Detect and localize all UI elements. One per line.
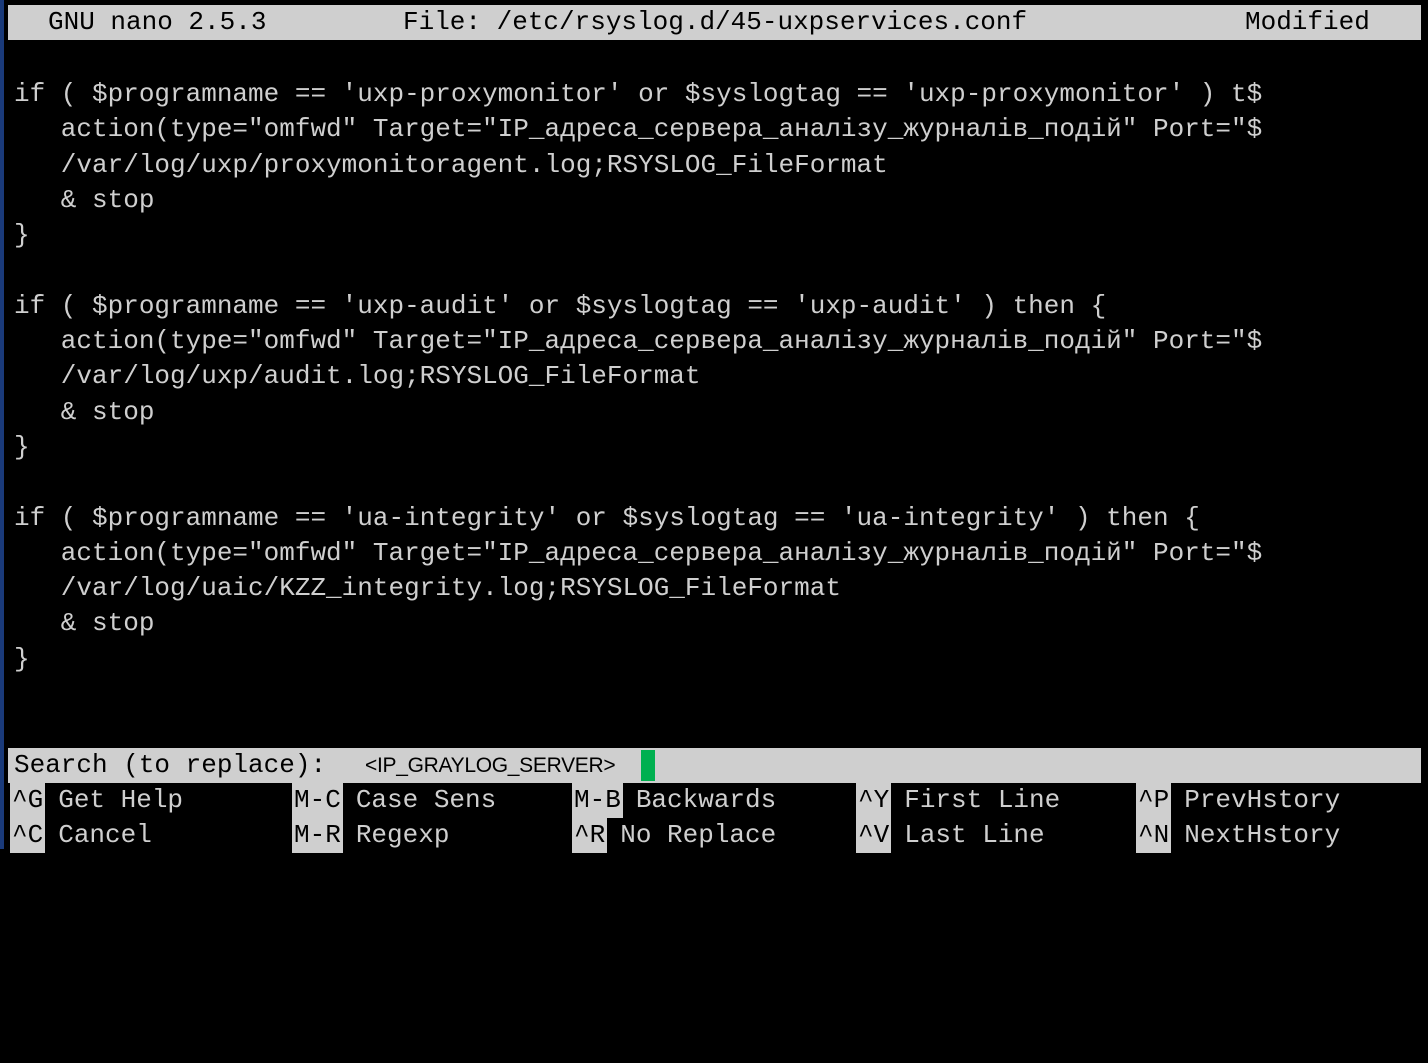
shortcut-no-replace[interactable]: ^R No Replace [570, 818, 776, 853]
shortcut-key: M-C [292, 783, 343, 818]
editor-line[interactable]: } [14, 642, 1417, 677]
editor-area[interactable]: if ( $programname == 'uxp-proxymonitor' … [14, 77, 1417, 727]
shortcut-row-1: ^G Get Help M-C Case Sens M-B Backwards ^Y F… [8, 783, 1421, 818]
editor-line[interactable]: } [14, 430, 1417, 465]
editor-line[interactable]: action(type="omfwd" Target="IP_адреса_се… [14, 324, 1417, 359]
search-prompt: Search (to replace): [14, 750, 327, 780]
shortcut-label: Cancel [58, 820, 152, 850]
search-input[interactable]: <IP_GRAYLOG_SERVER> [365, 748, 616, 783]
editor-line[interactable] [14, 677, 1417, 712]
shortcut-label: PrevHstory [1184, 785, 1341, 815]
shortcut-label: Backwards [635, 785, 777, 815]
editor-line[interactable]: action(type="omfwd" Target="IP_адреса_се… [14, 112, 1417, 147]
shortcut-next-history[interactable]: ^N NextHstory [1134, 818, 1340, 853]
editor-line[interactable]: & stop [14, 395, 1417, 430]
editor-line[interactable]: /var/log/uaic/KZZ_integrity.log;RSYSLOG_… [14, 571, 1417, 606]
nano-title-bar: GNU nano 2.5.3 File: /etc/rsyslog.d/45-u… [8, 5, 1421, 40]
shortcut-key: M-R [292, 818, 343, 853]
editor-line[interactable]: if ( $programname == 'ua-integrity' or $… [14, 501, 1417, 536]
editor-line[interactable] [14, 465, 1417, 500]
shortcut-backwards[interactable]: M-B Backwards [570, 783, 776, 818]
editor-line[interactable]: /var/log/uxp/proxymonitoragent.log;RSYSL… [14, 148, 1417, 183]
editor-line[interactable]: } [14, 218, 1417, 253]
shortcut-key: ^G [10, 783, 46, 818]
editor-line[interactable]: /var/log/uxp/audit.log;RSYSLOG_FileForma… [14, 359, 1417, 394]
shortcut-row-2: ^C Cancel M-R Regexp ^R No Replace ^V Last L… [8, 818, 1421, 853]
shortcut-label: Case Sens [355, 785, 497, 815]
shortcut-label: NextHstory [1184, 820, 1341, 850]
app-version: GNU nano 2.5.3 [48, 7, 267, 37]
editor-line[interactable]: & stop [14, 606, 1417, 641]
editor-line[interactable]: if ( $programname == 'uxp-proxymonitor' … [14, 77, 1417, 112]
shortcut-label: Get Help [58, 785, 184, 815]
shortcut-key: ^N [1136, 818, 1172, 853]
editor-line[interactable] [14, 253, 1417, 288]
shortcut-key: ^P [1136, 783, 1172, 818]
text-cursor [641, 750, 655, 781]
shortcut-cancel[interactable]: ^C Cancel [8, 818, 152, 853]
editor-line[interactable]: & stop [14, 183, 1417, 218]
shortcut-key: ^R [572, 818, 608, 853]
shortcut-key: ^C [10, 818, 46, 853]
search-bar[interactable]: Search (to replace): <IP_GRAYLOG_SERVER> [8, 748, 1421, 783]
terminal-window: GNU nano 2.5.3 File: /etc/rsyslog.d/45-u… [0, 0, 1428, 853]
shortcut-last-line[interactable]: ^V Last Line [854, 818, 1045, 853]
shortcut-key: ^Y [856, 783, 892, 818]
shortcut-label: Last Line [904, 820, 1045, 850]
shortcut-get-help[interactable]: ^G Get Help [8, 783, 183, 818]
shortcut-label: No Replace [620, 820, 777, 850]
shortcut-case-sens[interactable]: M-C Case Sens [290, 783, 496, 818]
file-path: File: /etc/rsyslog.d/45-uxpservices.conf [403, 7, 1028, 37]
shortcut-key: M-B [572, 783, 623, 818]
shortcut-regexp[interactable]: M-R Regexp [290, 818, 449, 853]
editor-line[interactable]: action(type="omfwd" Target="IP_адреса_се… [14, 536, 1417, 571]
shortcut-prev-history[interactable]: ^P PrevHstory [1134, 783, 1340, 818]
editor-line[interactable]: if ( $programname == 'uxp-audit' or $sys… [14, 289, 1417, 324]
modified-status: Modified [1245, 7, 1370, 37]
shortcut-label: First Line [904, 785, 1061, 815]
shortcut-first-line[interactable]: ^Y First Line [854, 783, 1060, 818]
shortcut-label: Regexp [355, 820, 450, 850]
shortcut-key: ^V [856, 818, 892, 853]
